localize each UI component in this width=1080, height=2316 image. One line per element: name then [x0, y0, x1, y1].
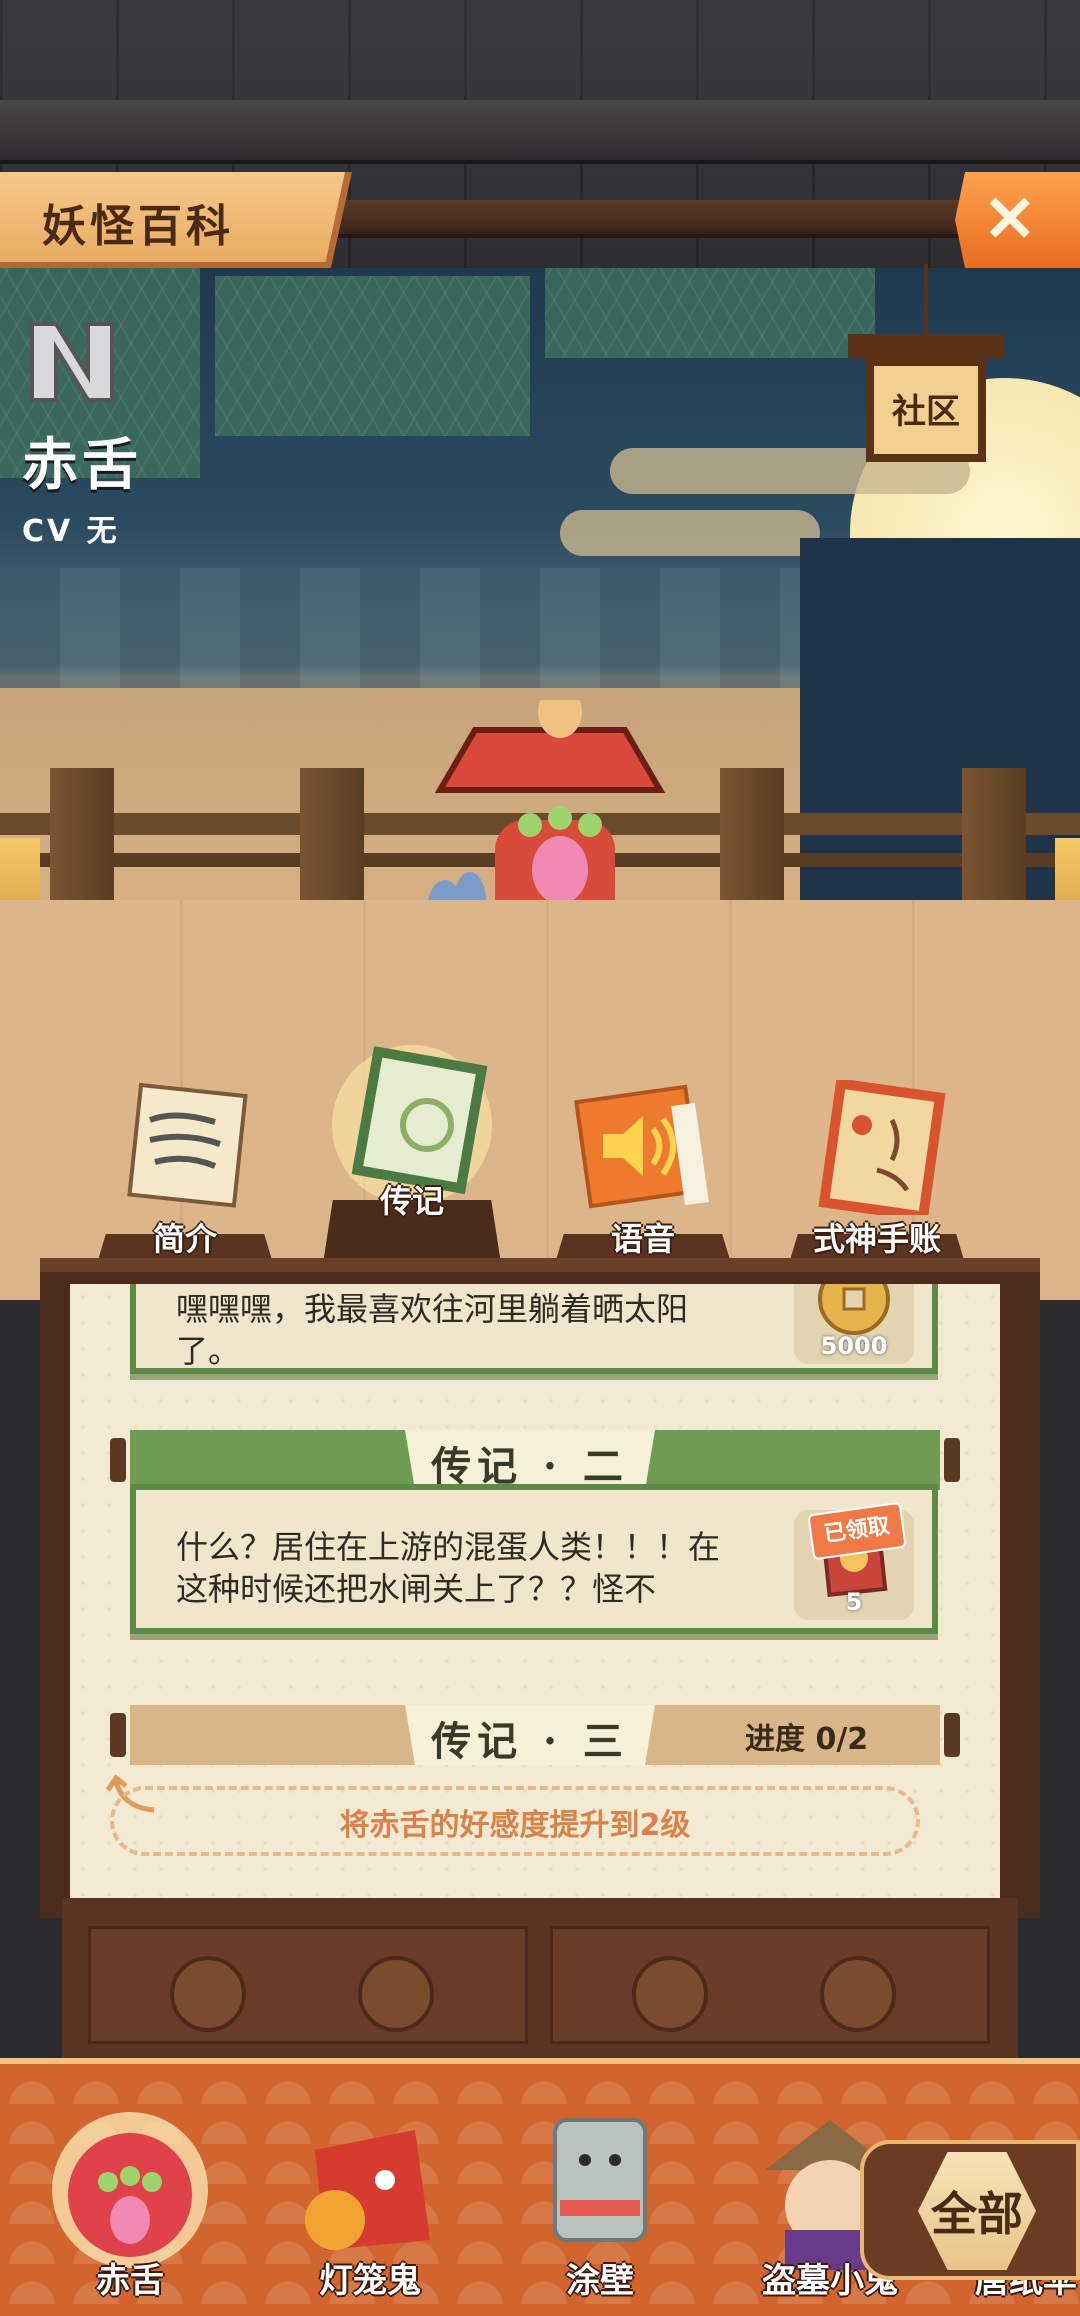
speaker-icon [574, 1084, 709, 1209]
lantern-string [924, 264, 928, 336]
cabinet-drawer [62, 1898, 1018, 2066]
ribbon-pin [944, 1713, 960, 1757]
drawer-knob [358, 1956, 434, 2032]
drawer-knob [170, 1956, 246, 2032]
community-label: 社区 [892, 392, 960, 432]
rank-badge-icon: N [30, 322, 114, 402]
show-all-label: 全部 [931, 2187, 1023, 2241]
akashita-portrait-icon [52, 2112, 208, 2268]
tab-voice-label: 语音 [610, 1220, 675, 1258]
reward-count: 5 [845, 1588, 863, 1616]
ribbon-pin [110, 1713, 126, 1757]
side-lantern [0, 838, 40, 908]
ribbon-pin [110, 1438, 126, 1482]
drawer-knob [632, 1956, 708, 2032]
tab-biography[interactable]: 传记 [322, 1045, 502, 1270]
tab-intro[interactable]: 简介 [95, 1070, 275, 1270]
character-lantern-ghost[interactable]: 灯笼鬼 [285, 2110, 455, 2310]
close-button[interactable]: ✕ [955, 172, 1080, 268]
railing-post [50, 768, 114, 908]
decor-panel [545, 268, 875, 358]
biography-entry-2-text: 什么？居住在上游的混蛋人类！！！在这种时候还把水闸关上了？？怪不 [176, 1528, 721, 1608]
biography-entry-3-progress: 进度 0/2 [745, 1722, 869, 1757]
drawer-box [550, 1926, 990, 2044]
close-icon: ✕ [983, 183, 1037, 255]
tab-shikigami-notebook[interactable]: 式神手账 [787, 1070, 967, 1270]
community-lantern-button[interactable]: 社区 [848, 264, 1004, 462]
reward-coin[interactable]: 5000 [794, 1284, 914, 1364]
character-name-label: 灯笼鬼 [319, 2261, 421, 2301]
paper-scroll-icon [127, 1082, 248, 1208]
drawer-box [88, 1926, 528, 2044]
character-akashita[interactable]: 赤舌 [45, 2110, 215, 2310]
biography-entry-3-title: 传记 · 三 [431, 1718, 629, 1765]
tab-notebook-label: 式神手账 [812, 1220, 941, 1258]
reward-count: 5000 [820, 1332, 888, 1360]
unlock-hint-text: 将赤舌的好感度提升到2级 [339, 1808, 691, 1843]
decor-panel [215, 276, 530, 436]
tab-biography-label: 传记 [379, 1182, 444, 1220]
page-title: 妖怪百科 [42, 201, 234, 252]
railing-post [962, 768, 1026, 908]
drawer-knob [820, 1956, 896, 2032]
nurikabe-portrait-icon [553, 2118, 647, 2242]
tab-voice[interactable]: 语音 [553, 1070, 733, 1270]
biography-entry-1-text: 嘿嘿嘿，我最喜欢往河里躺着晒太阳了。 [176, 1290, 689, 1370]
character-name-label: 赤舌 [96, 2261, 164, 2301]
ribbon-pin [944, 1438, 960, 1482]
tab-intro-label: 简介 [152, 1220, 217, 1258]
cloud [560, 510, 820, 556]
side-lantern [1055, 838, 1080, 908]
roof-beam [0, 100, 1080, 164]
character-nurikabe[interactable]: 涂壁 [515, 2110, 685, 2310]
railing-post [300, 768, 364, 908]
biography-entry-1: 嘿嘿嘿，我最喜欢往河里躺着晒太阳了。 5000 [130, 1284, 938, 1374]
character-name-label: 涂壁 [566, 2261, 634, 2301]
lantern-roof [848, 334, 1004, 358]
notebook-icon [818, 1080, 946, 1215]
railing-post [720, 768, 784, 908]
cv-label: CV 无 [22, 514, 120, 549]
show-all-button[interactable]: 全部 [860, 2140, 1080, 2280]
character-name: 赤舌 [22, 432, 142, 498]
lantern-ghost-portrait-icon [305, 2130, 430, 2250]
